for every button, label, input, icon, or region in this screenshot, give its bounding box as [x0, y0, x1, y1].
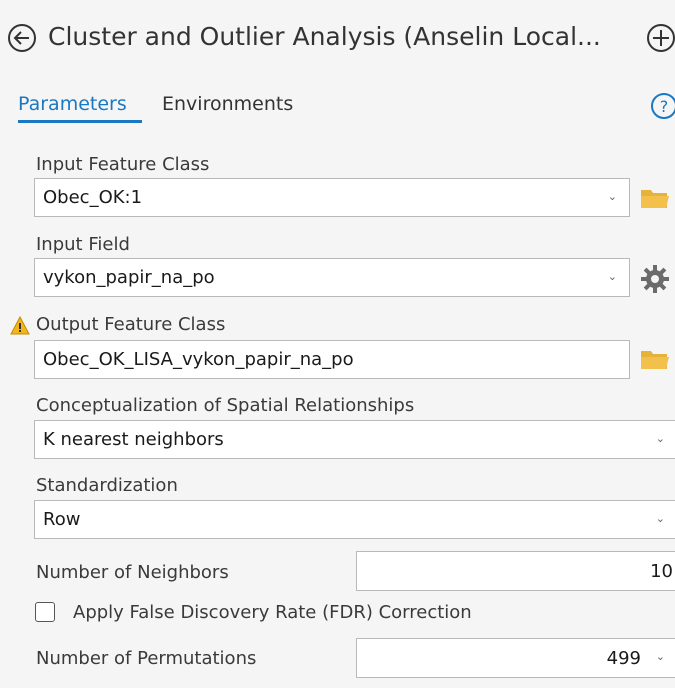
tool-title: Cluster and Outlier Analysis (Anselin Lo…: [48, 22, 601, 51]
output-feature-class-input[interactable]: Obec_OK_LISA_vykon_papir_na_po: [34, 340, 630, 379]
back-icon[interactable]: [6, 22, 38, 54]
output-feature-class-label: Output Feature Class: [36, 314, 226, 335]
chevron-down-icon: ⌄: [655, 432, 665, 445]
standardization-label: Standardization: [36, 475, 178, 496]
input-feature-class-label: Input Feature Class: [36, 154, 210, 175]
input-feature-class-value: Obec_OK:1: [43, 187, 143, 208]
folder-icon[interactable]: [640, 347, 670, 375]
tab-environments[interactable]: Environments: [162, 93, 293, 115]
input-feature-class-select[interactable]: Obec_OK:1 ⌄: [34, 178, 630, 217]
number-of-permutations-select[interactable]: 499 ⌄: [356, 638, 675, 678]
number-of-neighbors-label: Number of Neighbors: [36, 562, 229, 583]
tab-parameters[interactable]: Parameters: [18, 93, 127, 115]
input-field-label: Input Field: [36, 234, 130, 255]
gear-icon[interactable]: [640, 264, 670, 294]
output-feature-class-value: Obec_OK_LISA_vykon_papir_na_po: [43, 349, 354, 370]
conceptualization-label: Conceptualization of Spatial Relationshi…: [36, 395, 415, 416]
input-field-select[interactable]: vykon_papir_na_po ⌄: [34, 258, 630, 297]
svg-text:?: ?: [660, 97, 669, 116]
input-field-value: vykon_papir_na_po: [43, 267, 215, 288]
number-of-permutations-label: Number of Permutations: [36, 648, 257, 669]
number-of-neighbors-value: 10: [650, 560, 673, 582]
number-of-neighbors-input[interactable]: 10: [356, 551, 675, 591]
fdr-checkbox-label[interactable]: Apply False Discovery Rate (FDR) Correct…: [73, 602, 472, 623]
add-icon[interactable]: [645, 22, 675, 54]
standardization-value: Row: [43, 509, 81, 530]
standardization-select[interactable]: Row ⌄: [34, 500, 675, 539]
fdr-checkbox[interactable]: [35, 602, 55, 622]
conceptualization-value: K nearest neighbors: [43, 429, 224, 450]
folder-icon[interactable]: [640, 186, 670, 214]
conceptualization-select[interactable]: K nearest neighbors ⌄: [34, 420, 675, 459]
number-of-permutations-value: 499: [606, 647, 641, 669]
chevron-down-icon: ⌄: [655, 512, 665, 525]
chevron-down-icon: ⌄: [655, 650, 665, 663]
warning-icon: [10, 315, 30, 336]
chevron-down-icon: ⌄: [607, 190, 617, 203]
chevron-down-icon: ⌄: [607, 270, 617, 283]
help-icon[interactable]: ?: [650, 92, 675, 120]
tab-active-underline: [18, 120, 142, 123]
